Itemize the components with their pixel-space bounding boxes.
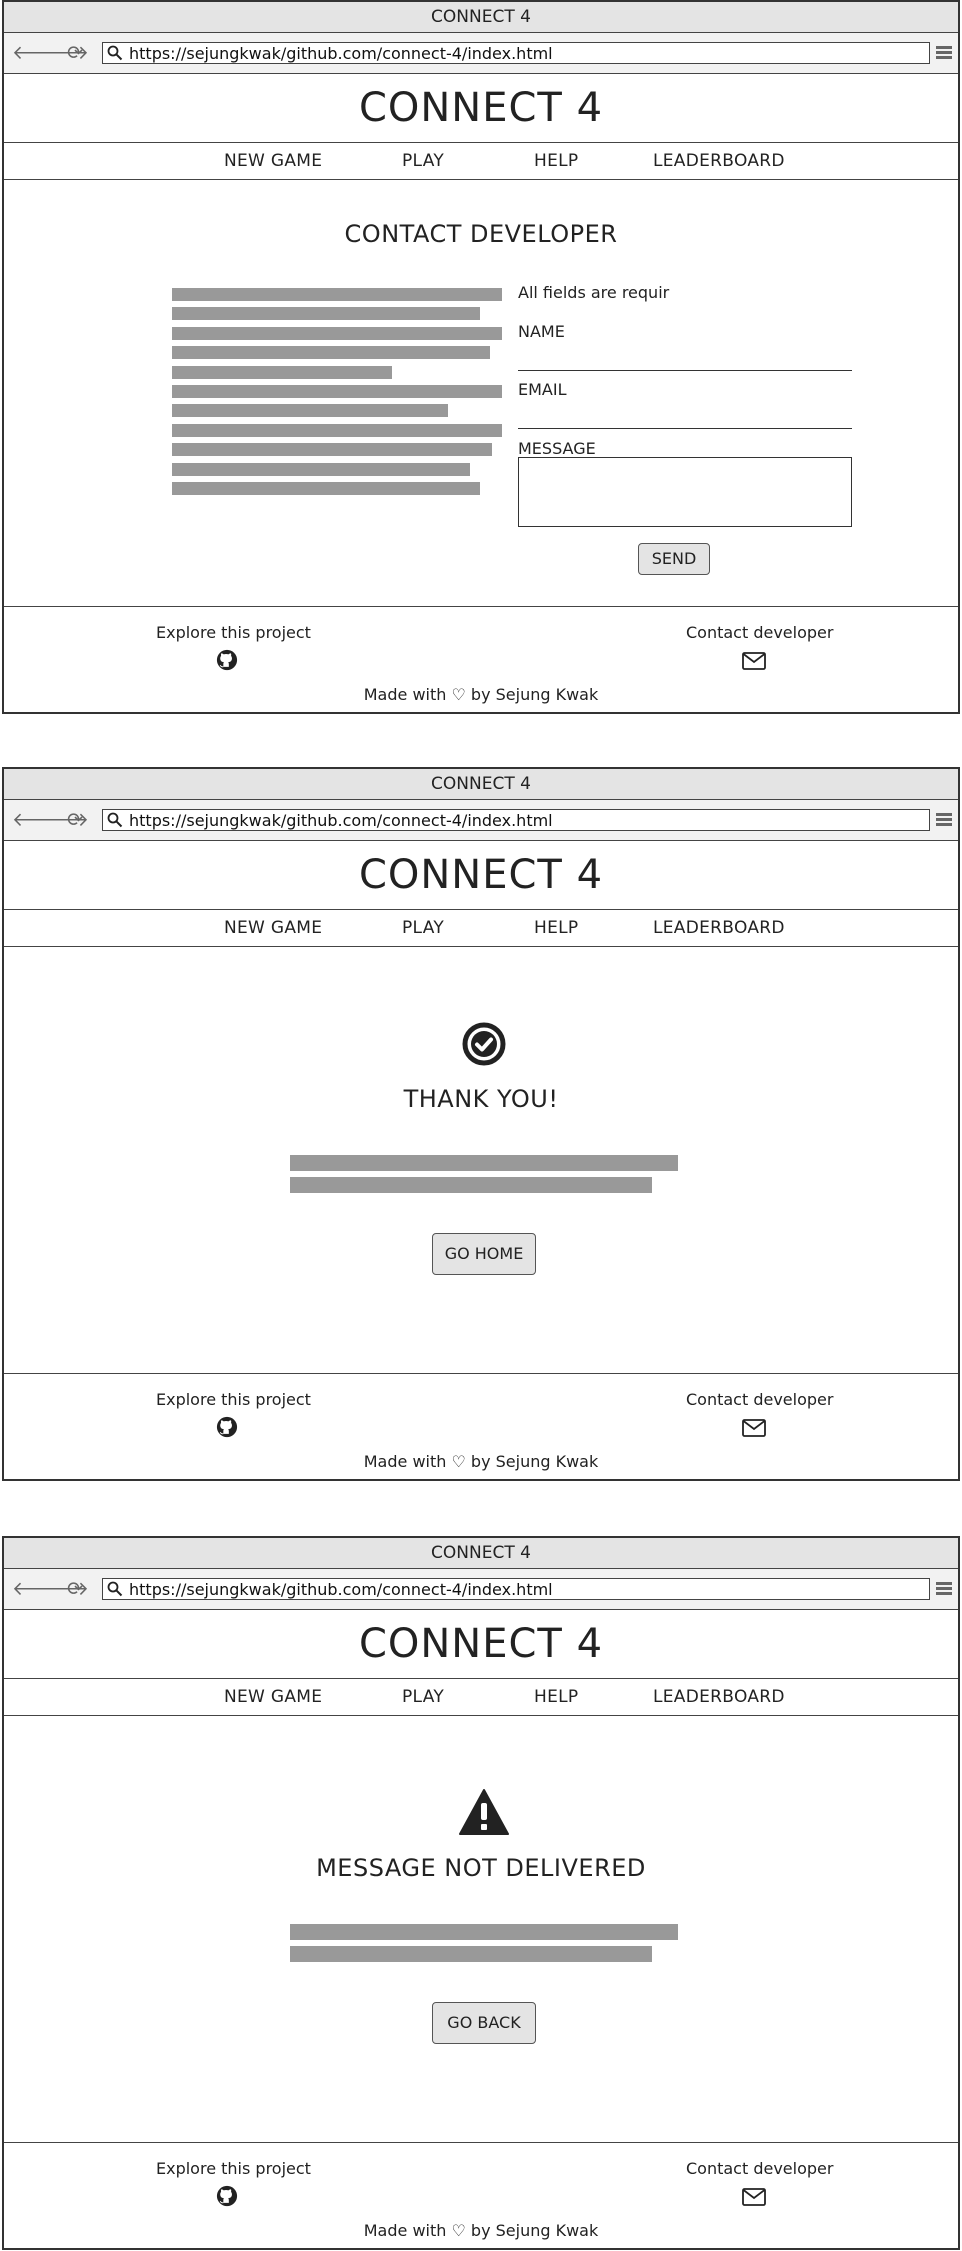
main-nav: NEW GAME PLAY HELP LEADERBOARD	[4, 143, 958, 180]
site-brand[interactable]: CONNECT 4	[4, 74, 958, 143]
nav-play[interactable]: PLAY	[402, 151, 444, 171]
nav-leaderboard[interactable]: LEADERBOARD	[653, 1687, 785, 1707]
go-back-button[interactable]: GO BACK	[432, 2002, 536, 2044]
explore-project-link[interactable]: Explore this project	[156, 2159, 311, 2178]
nav-new-game[interactable]: NEW GAME	[224, 151, 322, 171]
browser-window-error: CONNECT 4 🡐 🡒 ⟳ https://sejungkwak/githu…	[2, 1536, 960, 2250]
url-text: https://sejungkwak/github.com/connect-4/…	[129, 811, 553, 830]
nav-play[interactable]: PLAY	[402, 918, 444, 938]
envelope-icon[interactable]	[742, 652, 766, 670]
contact-developer-link[interactable]: Contact developer	[686, 623, 833, 642]
github-icon[interactable]	[216, 649, 238, 671]
nav-new-game[interactable]: NEW GAME	[224, 1687, 322, 1707]
envelope-icon[interactable]	[742, 1419, 766, 1437]
nav-leaderboard[interactable]: LEADERBOARD	[653, 151, 785, 171]
forward-arrow-icon[interactable]: 🡒	[38, 811, 89, 830]
forward-arrow-icon[interactable]: 🡒	[38, 44, 89, 63]
browser-toolbar: 🡐 🡒 ⟳ https://sejungkwak/github.com/conn…	[4, 33, 958, 74]
hamburger-menu-icon[interactable]	[936, 46, 952, 60]
browser-window-contact: CONNECT 4 🡐 🡒 ⟳ https://sejungkwak/githu…	[2, 0, 960, 714]
explore-project-link[interactable]: Explore this project	[156, 1390, 311, 1409]
back-arrow-icon[interactable]: 🡐	[12, 44, 63, 63]
browser-title: CONNECT 4	[4, 1538, 958, 1569]
message-label: MESSAGE	[518, 439, 596, 458]
nav-help[interactable]: HELP	[534, 1687, 578, 1707]
name-label: NAME	[518, 322, 565, 341]
nav-new-game[interactable]: NEW GAME	[224, 918, 322, 938]
contact-section: CONTACT DEVELOPER All fields are requir …	[4, 180, 958, 607]
contact-developer-link[interactable]: Contact developer	[686, 1390, 833, 1409]
required-note: All fields are requir	[518, 283, 670, 302]
reload-icon[interactable]: ⟳	[66, 811, 84, 830]
browser-toolbar: 🡐 🡒 ⟳ https://sejungkwak/github.com/conn…	[4, 800, 958, 841]
explore-project-link[interactable]: Explore this project	[156, 623, 311, 642]
page-title: THANK YOU!	[403, 1085, 559, 1113]
credit-line: Made with ♡ by Sejung Kwak	[363, 2221, 599, 2240]
url-text: https://sejungkwak/github.com/connect-4/…	[129, 1580, 553, 1599]
page-title: CONTACT DEVELOPER	[344, 220, 618, 248]
reload-icon[interactable]: ⟳	[66, 1580, 84, 1599]
go-home-button[interactable]: GO HOME	[432, 1233, 536, 1275]
site-footer: Explore this project Contact developer M…	[4, 607, 958, 715]
warning-triangle-icon	[459, 1789, 509, 1835]
main-nav: NEW GAME PLAY HELP LEADERBOARD	[4, 910, 958, 947]
search-icon	[107, 45, 123, 61]
nav-help[interactable]: HELP	[534, 151, 578, 171]
credit-line: Made with ♡ by Sejung Kwak	[363, 685, 599, 704]
url-text: https://sejungkwak/github.com/connect-4/…	[129, 44, 553, 63]
hamburger-menu-icon[interactable]	[936, 1582, 952, 1596]
address-bar[interactable]: https://sejungkwak/github.com/connect-4/…	[102, 809, 930, 831]
main-nav: NEW GAME PLAY HELP LEADERBOARD	[4, 1679, 958, 1716]
github-icon[interactable]	[216, 2185, 238, 2207]
browser-window-thanks: CONNECT 4 🡐 🡒 ⟳ https://sejungkwak/githu…	[2, 767, 960, 1481]
browser-toolbar: 🡐 🡒 ⟳ https://sejungkwak/github.com/conn…	[4, 1569, 958, 1610]
site-footer: Explore this project Contact developer M…	[4, 1374, 958, 1482]
credit-line: Made with ♡ by Sejung Kwak	[363, 1452, 599, 1471]
nav-leaderboard[interactable]: LEADERBOARD	[653, 918, 785, 938]
site-brand[interactable]: CONNECT 4	[4, 841, 958, 910]
nav-play[interactable]: PLAY	[402, 1687, 444, 1707]
error-section: MESSAGE NOT DELIVERED GO BACK	[4, 1716, 958, 2143]
envelope-icon[interactable]	[742, 2188, 766, 2206]
forward-arrow-icon[interactable]: 🡒	[38, 1580, 89, 1599]
address-bar[interactable]: https://sejungkwak/github.com/connect-4/…	[102, 42, 930, 64]
name-field[interactable]	[518, 370, 852, 371]
message-textarea[interactable]	[518, 457, 852, 527]
site-footer: Explore this project Contact developer M…	[4, 2143, 958, 2251]
thanks-section: THANK YOU! GO HOME	[4, 947, 958, 1374]
site-brand[interactable]: CONNECT 4	[4, 1610, 958, 1679]
address-bar[interactable]: https://sejungkwak/github.com/connect-4/…	[102, 1578, 930, 1600]
back-arrow-icon[interactable]: 🡐	[12, 811, 63, 830]
hamburger-menu-icon[interactable]	[936, 813, 952, 827]
github-icon[interactable]	[216, 1416, 238, 1438]
search-icon	[107, 1581, 123, 1597]
back-arrow-icon[interactable]: 🡐	[12, 1580, 63, 1599]
nav-help[interactable]: HELP	[534, 918, 578, 938]
browser-title: CONNECT 4	[4, 769, 958, 800]
page-title: MESSAGE NOT DELIVERED	[316, 1854, 646, 1882]
contact-developer-link[interactable]: Contact developer	[686, 2159, 833, 2178]
heart-icon: ♡	[451, 685, 466, 704]
email-label: EMAIL	[518, 380, 567, 399]
heart-icon: ♡	[451, 2221, 466, 2240]
browser-title: CONNECT 4	[4, 2, 958, 33]
send-button[interactable]: SEND	[638, 543, 710, 575]
heart-icon: ♡	[451, 1452, 466, 1471]
check-circle-icon	[462, 1022, 506, 1066]
email-field[interactable]	[518, 428, 852, 429]
search-icon	[107, 812, 123, 828]
reload-icon[interactable]: ⟳	[66, 44, 84, 63]
